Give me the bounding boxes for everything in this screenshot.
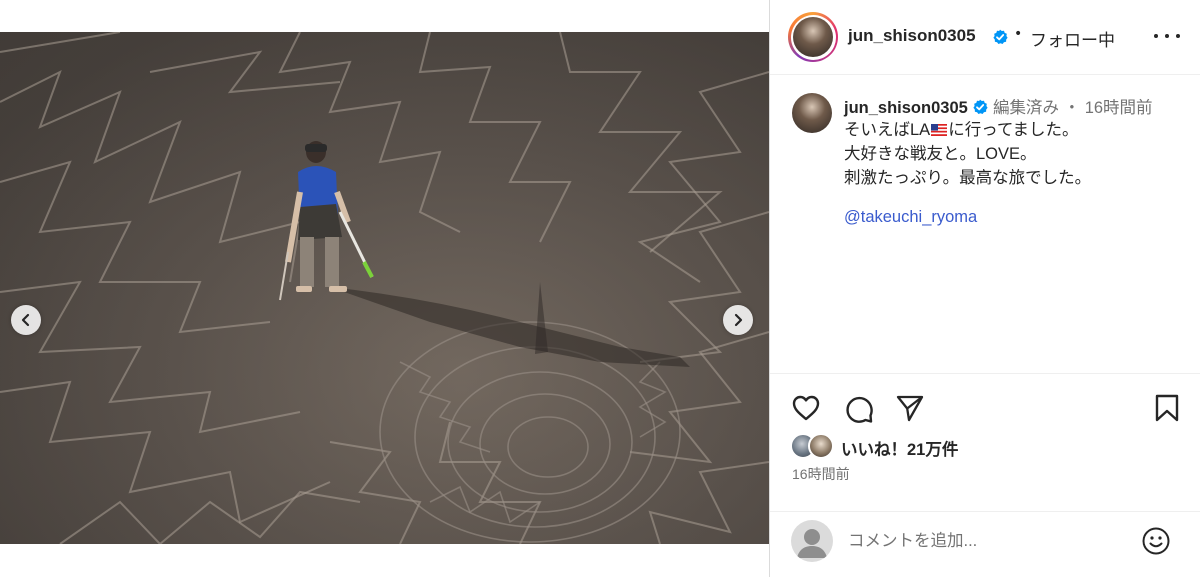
caption-text-part1: そいえばLA: [844, 121, 931, 139]
caption-time[interactable]: 16時間前: [1085, 99, 1153, 117]
media-panel: [0, 0, 769, 577]
comment-icon[interactable]: [843, 392, 875, 424]
comment-input[interactable]: [848, 526, 1128, 556]
next-photo-button[interactable]: [723, 305, 753, 335]
avatar: [808, 433, 834, 459]
avatar: [791, 520, 833, 562]
post-caption: jun_shison0305 編集済み ・ 16時間前 そいえばLA に行ってまし…: [770, 76, 1200, 372]
post-details-panel: jun_shison0305 • フォロー中 jun_shison0305 編集…: [769, 0, 1200, 577]
following-button[interactable]: フォロー中: [1030, 26, 1115, 51]
chevron-left-icon: [21, 313, 30, 327]
more-horizontal-icon: [1154, 34, 1158, 38]
comment-composer: [770, 511, 1200, 577]
author-username[interactable]: jun_shison0305: [848, 26, 976, 46]
story-ring-avatar[interactable]: [788, 12, 838, 62]
header-separator: •: [1014, 26, 1023, 42]
heart-icon[interactable]: [790, 392, 822, 424]
verified-badge-icon: [993, 29, 1008, 44]
more-options-button[interactable]: [1154, 27, 1180, 45]
send-icon[interactable]: [894, 392, 926, 424]
us-flag-emoji: [931, 124, 948, 136]
default-user-icon: [797, 529, 827, 558]
caption-username[interactable]: jun_shison0305: [844, 99, 968, 117]
previous-photo-button[interactable]: [11, 305, 41, 335]
likes-count[interactable]: いいね！21万件: [841, 436, 958, 460]
mention-link[interactable]: @takeuchi_ryoma: [844, 208, 977, 227]
verified-badge-icon: [973, 99, 989, 114]
liker-avatars[interactable]: [790, 433, 838, 459]
avatar: [793, 17, 833, 57]
caption-avatar[interactable]: [792, 93, 832, 133]
post-actions: いいね！21万件 16時間前: [770, 373, 1200, 511]
post-time[interactable]: 16時間前: [792, 464, 850, 484]
chevron-right-icon: [734, 313, 743, 327]
post-photo[interactable]: [0, 32, 769, 544]
bookmark-icon[interactable]: [1151, 392, 1183, 424]
caption-text: そいえばLA に行ってました。 大好きな戦友と。LOVE。 刺激たっぷり。最高な旅…: [844, 118, 1091, 190]
caption-header: jun_shison0305 編集済み ・ 16時間前: [844, 94, 1153, 118]
sand-art-image: [0, 32, 769, 544]
meta-separator: ・: [1063, 99, 1081, 117]
smiley-face-icon[interactable]: [1140, 525, 1172, 557]
edited-label: 編集済み: [993, 99, 1059, 117]
post-header: jun_shison0305 • フォロー中: [770, 0, 1200, 75]
avatar: [792, 93, 832, 133]
